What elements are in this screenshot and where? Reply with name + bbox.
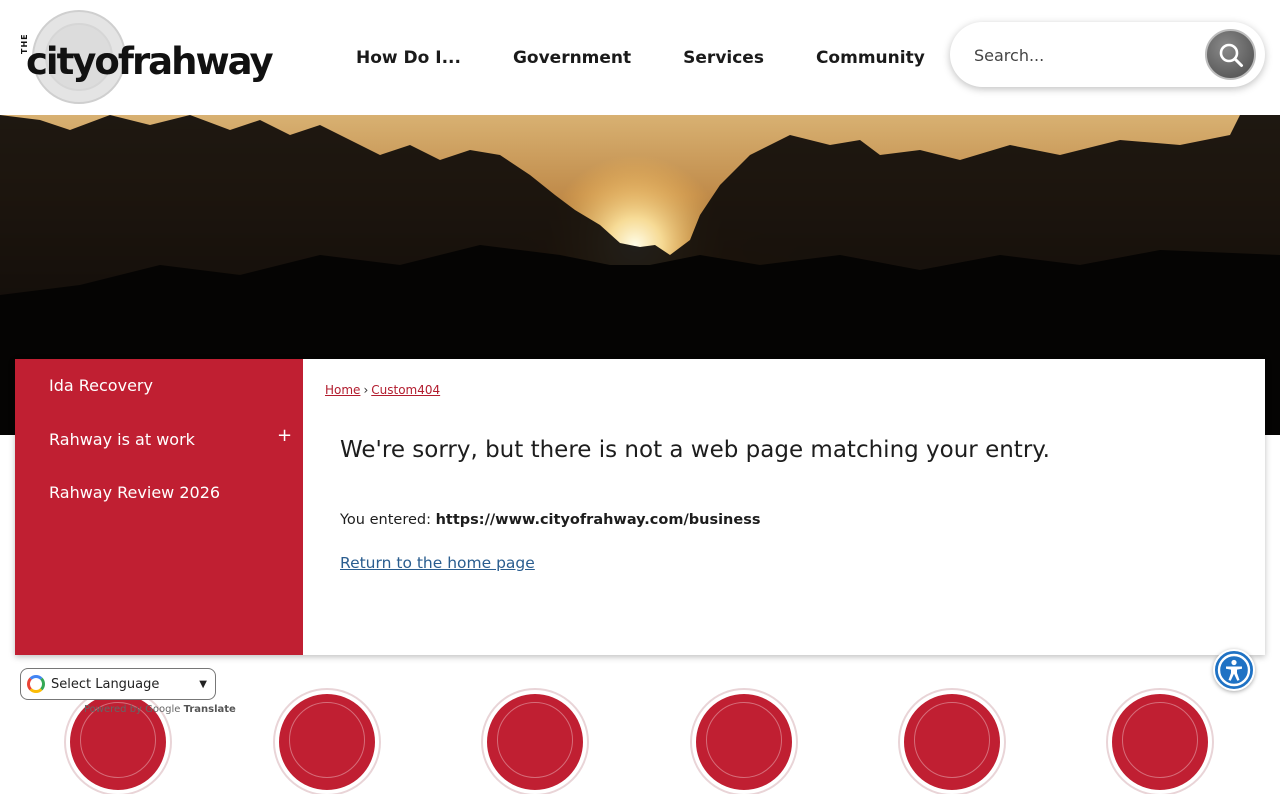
powered-by-google-translate[interactable]: Powered by Google Translate (84, 704, 236, 715)
site-header: THE cityofrahway How Do I... Government … (0, 0, 1280, 115)
nav-community[interactable]: Community (816, 48, 925, 68)
quick-link-4[interactable] (692, 690, 796, 794)
return-home-link[interactable]: Return to the home page (340, 554, 535, 572)
entered-url: https://www.cityofrahway.com/business (435, 512, 761, 528)
sidebar-item-rahway-review-2026[interactable]: Rahway Review 2026 (49, 483, 220, 502)
breadcrumb-home-link[interactable]: Home (325, 383, 360, 397)
powered-by-text: Powered by (84, 704, 142, 715)
main-content: Home › Custom404 We're sorry, but there is… (303, 359, 1265, 655)
accessibility-icon (1217, 653, 1251, 687)
google-wordmark: Google (145, 704, 181, 715)
breadcrumb-separator: › (363, 383, 369, 397)
entered-url-line: You entered: https://www.cityofrahway.co… (340, 512, 760, 528)
search-button[interactable] (1205, 29, 1256, 80)
logo-wordmark: cityofrahway (26, 40, 274, 83)
quick-link-6[interactable] (1108, 690, 1212, 794)
search-icon (1219, 43, 1243, 67)
search-box (950, 22, 1265, 87)
breadcrumb-current-link[interactable]: Custom404 (371, 383, 440, 397)
quick-link-5[interactable] (900, 690, 1004, 794)
nav-services[interactable]: Services (683, 48, 764, 68)
breadcrumb: Home › Custom404 (325, 383, 440, 397)
sidebar-item-ida-recovery[interactable]: Ida Recovery (49, 376, 153, 395)
sidebar-navigation: Ida Recovery Rahway is at work + Rahway … (15, 359, 303, 655)
quick-link-2[interactable] (275, 690, 379, 794)
nav-how-do-i[interactable]: How Do I... (356, 48, 461, 68)
language-select[interactable]: Select Language ▼ (20, 668, 216, 700)
accessibility-button[interactable] (1213, 649, 1255, 691)
expand-toggle-icon[interactable]: + (277, 425, 292, 446)
quick-link-3[interactable] (483, 690, 587, 794)
main-navigation: How Do I... Government Services Communit… (330, 0, 951, 115)
chevron-down-icon: ▼ (199, 678, 207, 690)
sidebar-item-rahway-is-at-work[interactable]: Rahway is at work (49, 430, 195, 449)
error-heading: We're sorry, but there is not a web page… (340, 437, 1050, 463)
content-card: Ida Recovery Rahway is at work + Rahway … (15, 359, 1265, 655)
search-input[interactable] (974, 40, 1194, 70)
language-select-label: Select Language (51, 676, 160, 692)
entered-label: You entered: (340, 512, 431, 528)
nav-government[interactable]: Government (513, 48, 631, 68)
translate-wordmark: Translate (183, 704, 236, 715)
city-logo[interactable]: THE cityofrahway (20, 8, 274, 106)
google-g-icon (27, 675, 45, 693)
